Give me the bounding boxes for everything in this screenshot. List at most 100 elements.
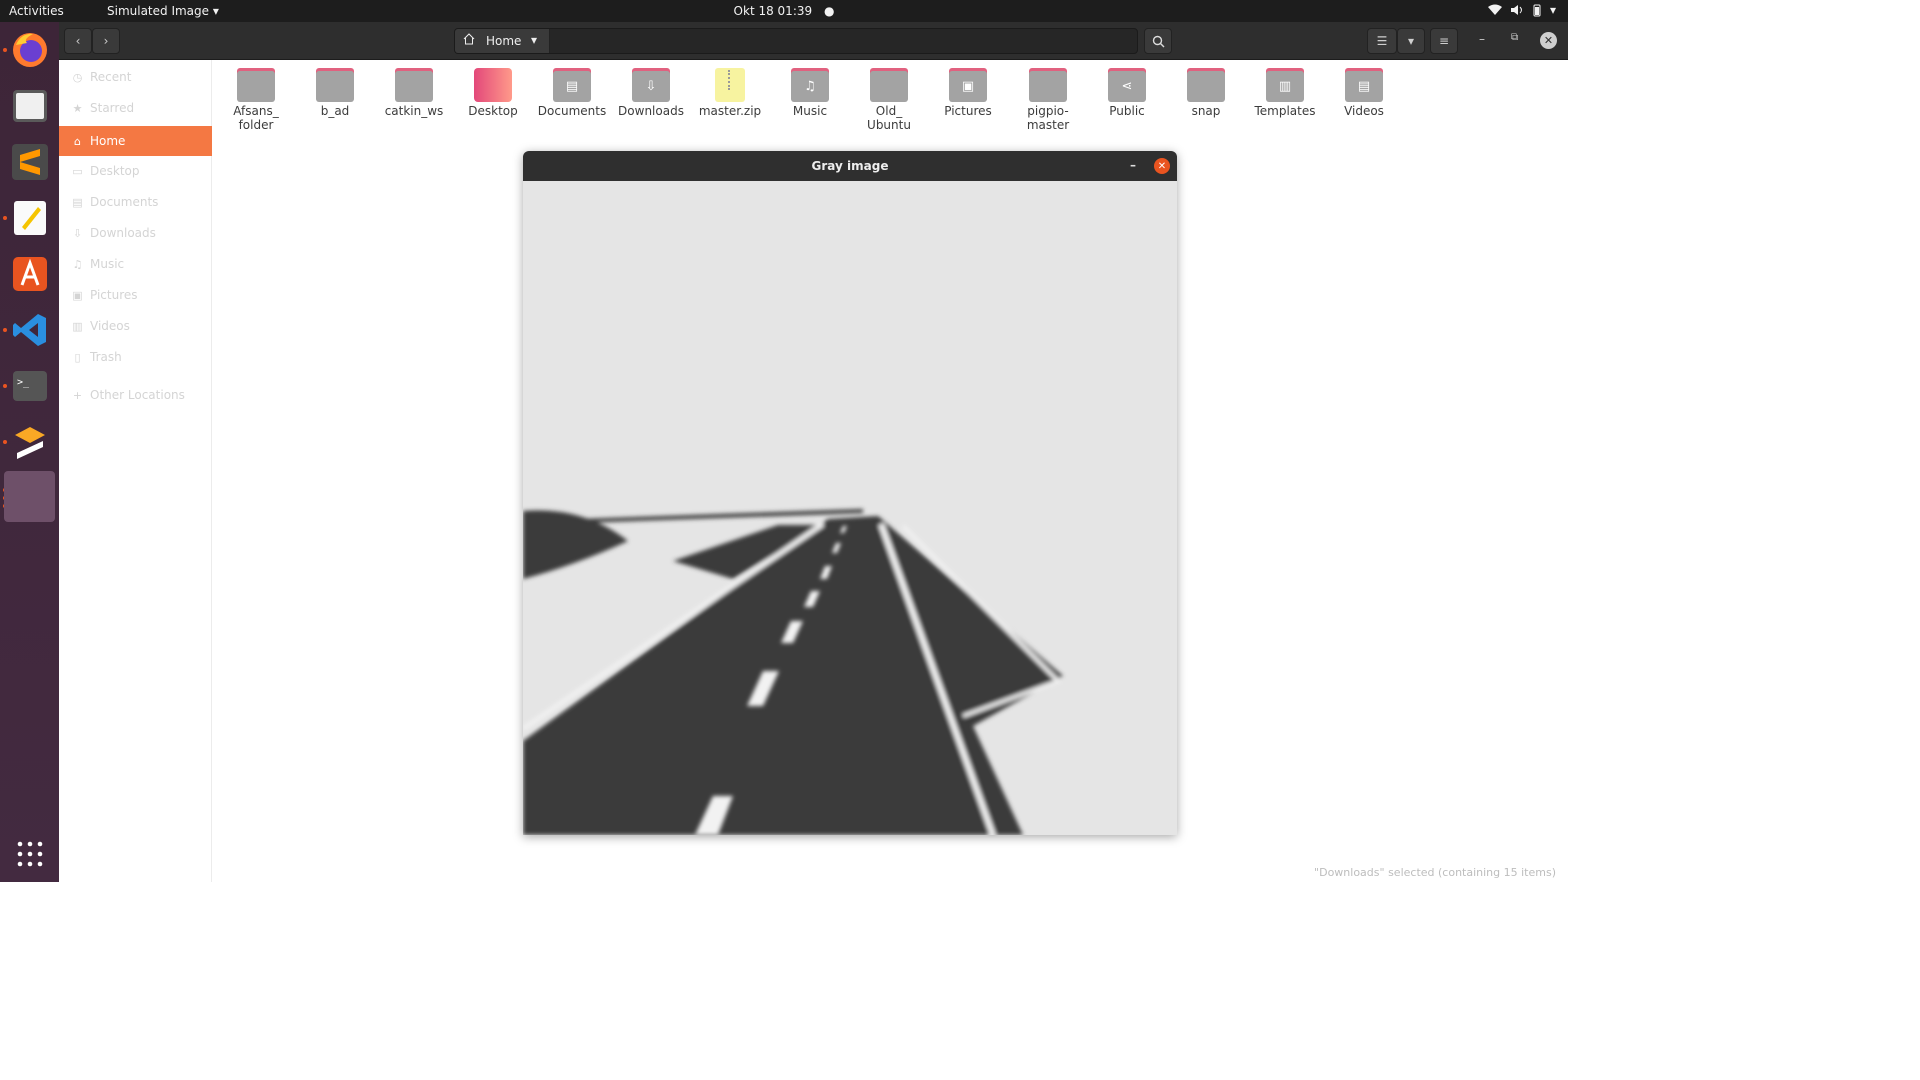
- sidebar: ◷ Recent ★ Starred ⌂ Home ▭ Desktop ▤ Documen…: [59, 60, 212, 882]
- back-button[interactable]: ‹: [64, 28, 92, 54]
- system-tray[interactable]: ▾: [1487, 3, 1556, 17]
- file-item-b-ad[interactable]: b_ad: [297, 64, 373, 118]
- folder-icon: [237, 68, 275, 102]
- sidebar-item-recent[interactable]: ◷ Recent: [59, 62, 212, 92]
- folder-icon: [316, 68, 354, 102]
- file-name: snap: [1191, 104, 1221, 118]
- path-home-label: Home: [486, 34, 522, 48]
- wifi-icon: [1487, 4, 1502, 15]
- sidebar-item-documents[interactable]: ▤ Documents: [59, 187, 212, 217]
- search-button[interactable]: [1144, 28, 1172, 54]
- file-item-documents[interactable]: ▤ Documents: [534, 64, 610, 118]
- sidebar-item-label: Starred: [90, 101, 135, 115]
- close-icon[interactable]: ✕: [1540, 32, 1557, 49]
- sidebar-item-home[interactable]: ⌂ Home: [59, 126, 212, 156]
- minimize-icon[interactable]: –: [1130, 158, 1136, 172]
- downloads-icon: ⇩: [72, 226, 83, 240]
- view-options-button[interactable]: ▾: [1397, 28, 1425, 54]
- sidebar-item-desktop[interactable]: ▭ Desktop: [59, 156, 212, 186]
- file-name: Public: [1109, 104, 1145, 118]
- svg-text:>_: >_: [17, 377, 30, 388]
- file-name: catkin_ws: [384, 104, 444, 118]
- road-image: [523, 181, 1177, 835]
- grid-icon[interactable]: [10, 834, 50, 874]
- battery-icon: [1533, 4, 1541, 17]
- menu-button[interactable]: ≡: [1430, 28, 1458, 54]
- sidebar-item-label: Other Locations: [90, 388, 185, 402]
- music-folder-icon: ♫: [791, 68, 829, 102]
- running-indicator: [3, 440, 7, 444]
- file-item-templates[interactable]: ▥ Templates: [1247, 64, 1323, 118]
- sidebar-item-label: Home: [90, 134, 126, 148]
- desktop-folder-icon: [474, 68, 512, 102]
- file-item-catkin-ws[interactable]: catkin_ws: [376, 64, 452, 118]
- sidebar-item-label: Documents: [90, 195, 159, 209]
- chevron-down-icon: ▾: [531, 33, 538, 47]
- sublime-icon[interactable]: [10, 142, 50, 182]
- file-name: Old_ Ubuntu: [867, 104, 911, 132]
- file-item-old-ubuntu[interactable]: Old_ Ubuntu: [851, 64, 927, 132]
- text-editor-icon[interactable]: [10, 198, 50, 238]
- file-item-afsans-folder[interactable]: Afsans_ folder: [218, 64, 294, 132]
- list-view-icon: ☰: [1376, 34, 1388, 48]
- dock: >_: [0, 22, 59, 882]
- maximize-icon[interactable]: ⧉: [1511, 32, 1518, 43]
- folder-icon: [1029, 68, 1067, 102]
- file-name: Pictures: [944, 104, 992, 118]
- sidebar-item-trash[interactable]: ▯ Trash: [59, 342, 212, 372]
- pictures-folder-icon: ▣: [949, 68, 987, 102]
- minimize-icon[interactable]: –: [1479, 32, 1485, 46]
- app-icon[interactable]: [10, 422, 50, 462]
- close-icon[interactable]: ✕: [1154, 158, 1170, 174]
- sidebar-item-label: Recent: [90, 70, 132, 84]
- files-icon[interactable]: [10, 86, 50, 126]
- file-item-master-zip[interactable]: master.zip: [692, 64, 768, 118]
- videos-folder-icon: ▤: [1345, 68, 1383, 102]
- clock-icon: ◷: [72, 70, 83, 84]
- file-name: Templates: [1254, 104, 1316, 118]
- sidebar-item-videos[interactable]: ▥ Videos: [59, 311, 212, 341]
- file-item-videos[interactable]: ▤ Videos: [1326, 64, 1402, 118]
- documents-icon: ▤: [72, 195, 83, 209]
- file-item-public[interactable]: ⋖ Public: [1089, 64, 1165, 118]
- file-item-pigpio-master[interactable]: pigpio- master: [1010, 64, 1086, 132]
- file-item-music[interactable]: ♫ Music: [772, 64, 848, 118]
- forward-button[interactable]: ›: [92, 28, 120, 54]
- path-home-button[interactable]: Home ▾: [455, 29, 550, 53]
- file-manager-header: ‹ › Home ▾ ☰ ▾ ≡ – ⧉ ✕: [59, 22, 1568, 60]
- sidebar-item-label: Music: [90, 257, 125, 271]
- file-name: Downloads: [618, 104, 684, 118]
- file-item-snap[interactable]: snap: [1168, 64, 1244, 118]
- file-name: Music: [792, 104, 828, 118]
- pictures-icon: ▣: [72, 288, 83, 302]
- sidebar-item-label: Downloads: [90, 226, 156, 240]
- window-icon[interactable]: [4, 471, 55, 522]
- folder-icon: [1187, 68, 1225, 102]
- clock[interactable]: Okt 18 01:39 ●: [0, 4, 1568, 18]
- file-name: Videos: [1344, 104, 1384, 118]
- sidebar-item-music[interactable]: ♫ Music: [59, 249, 212, 279]
- file-item-downloads[interactable]: ⇩ Downloads: [613, 64, 689, 118]
- file-name: Documents: [537, 104, 607, 118]
- path-bar[interactable]: Home ▾: [454, 28, 1138, 54]
- public-folder-icon: ⋖: [1108, 68, 1146, 102]
- sidebar-item-other-locations[interactable]: + Other Locations: [59, 380, 212, 410]
- file-item-desktop[interactable]: Desktop: [455, 64, 531, 118]
- list-view-button[interactable]: ☰: [1367, 28, 1397, 54]
- vscode-icon[interactable]: [10, 310, 50, 350]
- image-window[interactable]: Gray image – ✕: [523, 151, 1177, 835]
- clock-label: Okt 18 01:39: [733, 4, 813, 18]
- firefox-icon[interactable]: [10, 30, 50, 70]
- sidebar-item-starred[interactable]: ★ Starred: [59, 93, 212, 123]
- terminal-icon[interactable]: >_: [10, 366, 50, 406]
- file-item-pictures[interactable]: ▣ Pictures: [930, 64, 1006, 118]
- file-name: b_ad: [320, 104, 350, 118]
- sidebar-item-label: Pictures: [90, 288, 138, 302]
- software-center-icon[interactable]: [10, 254, 50, 294]
- zip-icon: [715, 68, 745, 102]
- chevron-down-icon: ▾: [1407, 34, 1415, 48]
- search-icon: [1152, 35, 1164, 47]
- sidebar-item-downloads[interactable]: ⇩ Downloads: [59, 218, 212, 248]
- sidebar-item-pictures[interactable]: ▣ Pictures: [59, 280, 212, 310]
- image-window-titlebar[interactable]: Gray image – ✕: [523, 151, 1177, 181]
